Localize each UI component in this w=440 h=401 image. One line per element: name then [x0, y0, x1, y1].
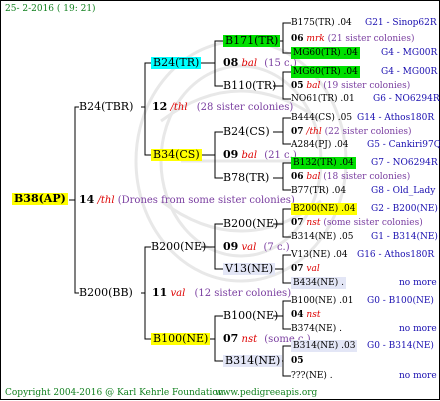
gen4-ref: G4 - MG00R: [381, 67, 438, 77]
gen3-queen[interactable]: B110(TR): [223, 80, 276, 92]
gen4-ref: G16 - Athos180R: [357, 250, 435, 260]
gen3-queen[interactable]: B171(TR): [223, 35, 281, 47]
gen4-ref: G14 - Athos180R: [357, 113, 435, 123]
gen2-queen[interactable]: B24(TR): [151, 57, 202, 69]
gen4-ref: G0 - B314(NE): [367, 341, 434, 351]
gen4-queen[interactable]: MG60(TR) .04: [291, 66, 360, 78]
gen4-ref: G0 - B100(NE): [367, 296, 434, 306]
gen4-queen[interactable]: B175(TR) .04: [291, 17, 352, 29]
gen2-mating: 09 bal (21 c.): [223, 148, 297, 162]
gen4-queen[interactable]: B100(NE) .01: [291, 295, 353, 307]
gen3-queen[interactable]: B100(NE): [223, 310, 278, 322]
gen4-queen[interactable]: B314(NE) .05: [291, 231, 353, 243]
gen3-queen[interactable]: B24(CS): [223, 126, 270, 138]
gen4-ref: G7 - NO6294R: [371, 158, 438, 168]
root-symbol: /thl: [97, 195, 115, 206]
root-number: 14: [79, 193, 95, 206]
gen4-ref: G1 - B314(NE): [371, 232, 438, 242]
gen2-mating: 08 bal (15 c.): [223, 56, 297, 70]
gen4-ref: G2 - B200(NE): [371, 204, 438, 214]
gen2-queen[interactable]: B200(NE): [151, 241, 206, 253]
gen2-queen[interactable]: B34(CS): [151, 149, 202, 161]
root-mating: 14 /thl (Drones from some sister colonie…: [79, 194, 295, 207]
copyright: Copyright 2004-2016 @ Karl Kehrle Founda…: [5, 388, 227, 398]
gen4-ref: no more: [399, 371, 437, 381]
gen1-queen[interactable]: B200(BB): [79, 287, 133, 299]
gen1-queen[interactable]: B24(TBR): [79, 101, 133, 113]
report-date: 25- 2-2016 ( 19: 21): [5, 4, 96, 14]
gen4-queen[interactable]: B434(NE) .: [291, 277, 346, 289]
root-description: (Drones from some sister colonies): [117, 195, 295, 206]
gen4-queen[interactable]: B374(NE) .: [291, 323, 342, 335]
gen4-queen[interactable]: B314(NE) .03: [291, 340, 358, 352]
gen2-mating: 09 val (7 c.): [223, 240, 290, 254]
gen1-mating: 12 /thl (28 sister colonies): [152, 100, 294, 114]
gen3-queen[interactable]: B200(NE): [223, 218, 278, 230]
gen4-mating: 06 bal (18 sister colonies): [291, 172, 411, 182]
gen4-queen[interactable]: B132(TR) .04: [291, 157, 356, 169]
gen4-ref: G6 - NO6294R: [373, 94, 440, 104]
gen4-queen[interactable]: MG60(TR) .04: [291, 47, 360, 59]
gen4-queen[interactable]: B444(CS) .05: [291, 112, 352, 124]
gen4-ref: G8 - Old_Lady: [371, 186, 436, 196]
gen4-mating: 07 val: [291, 264, 320, 274]
gen3-queen[interactable]: V13(NE): [223, 263, 276, 275]
gen4-queen[interactable]: B200(NE) .04: [291, 203, 358, 215]
gen3-queen[interactable]: B314(NE): [223, 355, 283, 367]
gen4-ref: no more: [399, 278, 437, 288]
gen4-mating: 07 /thl (22 sister colonies): [291, 127, 412, 137]
gen4-queen[interactable]: B77(TR) .04: [291, 185, 346, 197]
gen1-mating: 11 val (12 sister colonies): [152, 286, 292, 300]
gen4-queen[interactable]: ???(NE) .: [291, 370, 333, 382]
site-link[interactable]: www.pedigreeapis.org: [215, 387, 317, 399]
gen4-queen[interactable]: NO61(TR) .01: [291, 93, 355, 105]
gen4-queen[interactable]: A284(PJ) .04: [291, 139, 349, 151]
gen4-mating: 06 mrk (21 sister colonies): [291, 34, 415, 44]
gen2-queen[interactable]: B100(NE): [151, 333, 211, 345]
gen4-ref: G5 - Cankiri97Q: [367, 140, 440, 150]
gen4-ref: G21 - Sinop62R: [365, 18, 437, 28]
gen4-queen[interactable]: V13(NE) .04: [291, 249, 348, 261]
gen4-mating: 05: [291, 356, 304, 366]
gen4-mating: 04 nst: [291, 310, 321, 320]
pedigree-frame: 25- 2-2016 ( 19: 21) Copyright 2004-2016…: [0, 0, 440, 400]
gen4-mating: 07 nst (some sister colonies): [291, 218, 423, 228]
gen4-ref: G4 - MG00R: [381, 48, 438, 58]
gen4-mating: 05 bal (19 sister colonies): [291, 81, 411, 91]
gen4-ref: no more: [399, 324, 437, 334]
root-queen[interactable]: B38(AP): [12, 193, 68, 205]
gen3-queen[interactable]: B78(TR): [223, 172, 269, 184]
